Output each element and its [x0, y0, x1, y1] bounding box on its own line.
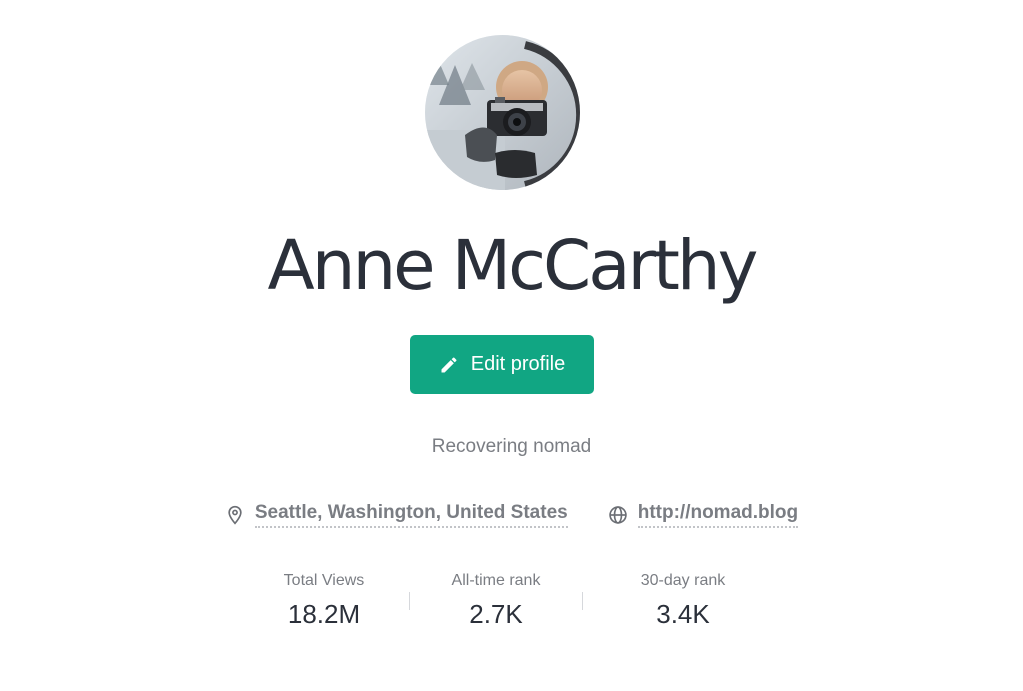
pencil-icon: [439, 355, 459, 375]
profile-name: Anne McCarthy: [267, 226, 759, 306]
profile-stats: Total Views 18.2M All-time rank 2.7K 30-…: [226, 571, 796, 631]
avatar: [425, 35, 580, 190]
edit-profile-button[interactable]: Edit profile: [410, 335, 594, 394]
website-item: http://nomad.blog: [608, 502, 799, 528]
stat-value: 3.4K: [656, 599, 710, 629]
stat-value: 18.2M: [287, 599, 361, 629]
stat-label: All-time rank: [451, 572, 541, 589]
profile-bio: Recovering nomad: [431, 436, 592, 457]
stat-value: 2.7K: [469, 599, 523, 629]
stat-total-views: Total Views 18.2M: [239, 571, 409, 631]
stat-label: 30-day rank: [640, 572, 726, 589]
map-pin-icon: [225, 505, 245, 525]
stat-30-day-rank: 30-day rank 3.4K: [583, 571, 783, 631]
globe-icon: [608, 505, 628, 525]
edit-profile-label: Edit profile: [470, 353, 566, 375]
location-item: Seattle, Washington, United States: [225, 502, 568, 528]
profile-meta: Seattle, Washington, United States http:…: [0, 502, 1023, 528]
stat-label: Total Views: [283, 572, 365, 589]
website-link[interactable]: http://nomad.blog: [637, 502, 799, 528]
avatar-photo: [425, 35, 580, 190]
location-link[interactable]: Seattle, Washington, United States: [254, 502, 568, 528]
stat-all-time-rank: All-time rank 2.7K: [410, 571, 582, 631]
